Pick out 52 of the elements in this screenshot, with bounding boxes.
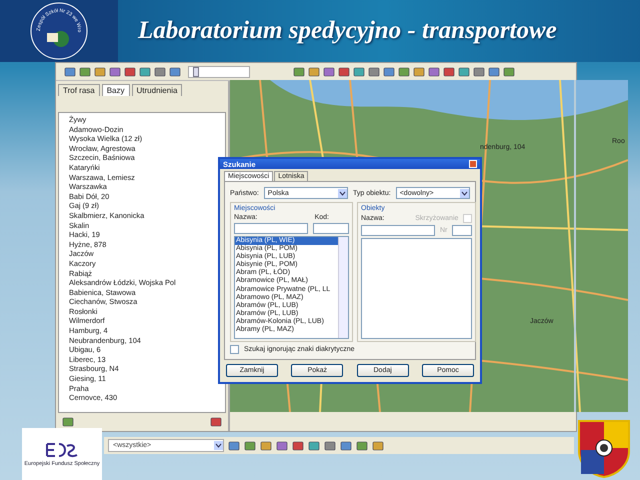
name-field[interactable] [234,223,308,234]
tool-icon[interactable] [210,416,222,428]
tool-icon[interactable] [293,66,305,78]
code-field[interactable] [313,223,349,234]
tool-icon[interactable] [94,66,106,78]
slider-thumb[interactable] [193,66,200,76]
tool-icon[interactable] [428,66,440,78]
tool-icon[interactable] [124,66,136,78]
tool-icon[interactable] [503,66,515,78]
tool-icon[interactable] [324,440,336,452]
panel-tab[interactable]: Utrudnienia [132,84,182,96]
tool-icon[interactable] [154,66,166,78]
efs-emblem-icon [45,441,79,459]
tool-icon[interactable] [473,66,485,78]
number-field[interactable] [452,225,472,236]
tool-icon[interactable] [323,66,335,78]
panel-tab[interactable]: Bazy [102,84,130,96]
dropdown-caret-icon[interactable] [214,441,223,450]
tool-icon[interactable] [353,66,365,78]
slide-title: Laboratorium spedycyjno - transportowe [138,17,557,45]
tool-icon[interactable] [340,440,352,452]
tool-icon[interactable] [276,440,288,452]
tool-icon[interactable] [488,66,500,78]
tool-icon[interactable] [356,440,368,452]
tool-icon[interactable] [244,440,256,452]
tool-icon[interactable] [338,66,350,78]
panel-tab[interactable]: Trof rasa [58,84,100,96]
tool-icon[interactable] [64,66,76,78]
tool-icon[interactable] [139,66,151,78]
tool-icon[interactable] [443,66,455,78]
tool-icon[interactable] [79,66,91,78]
tool-icon[interactable] [169,66,181,78]
tool-icon[interactable] [308,440,320,452]
tool-icon[interactable] [368,66,380,78]
tool-icon[interactable] [292,440,304,452]
scrollbar[interactable] [338,237,348,338]
tool-icon[interactable] [398,66,410,78]
coat-of-arms-drawing [578,420,630,478]
diacritics-checkbox[interactable] [230,345,239,354]
dropdown-caret-icon[interactable] [460,188,469,198]
tool-icon[interactable] [260,440,272,452]
tool-icon[interactable] [62,416,74,428]
tool-icon[interactable] [458,66,470,78]
tool-icon[interactable] [109,66,121,78]
close-button[interactable] [469,160,477,168]
dropdown-caret-icon[interactable] [338,188,347,198]
tool-icon[interactable] [308,66,320,78]
object-name-field[interactable] [361,225,435,236]
tool-icon[interactable] [413,66,425,78]
tool-icon[interactable] [228,440,240,452]
tool-icon[interactable] [372,440,384,452]
tool-icon[interactable] [383,66,395,78]
